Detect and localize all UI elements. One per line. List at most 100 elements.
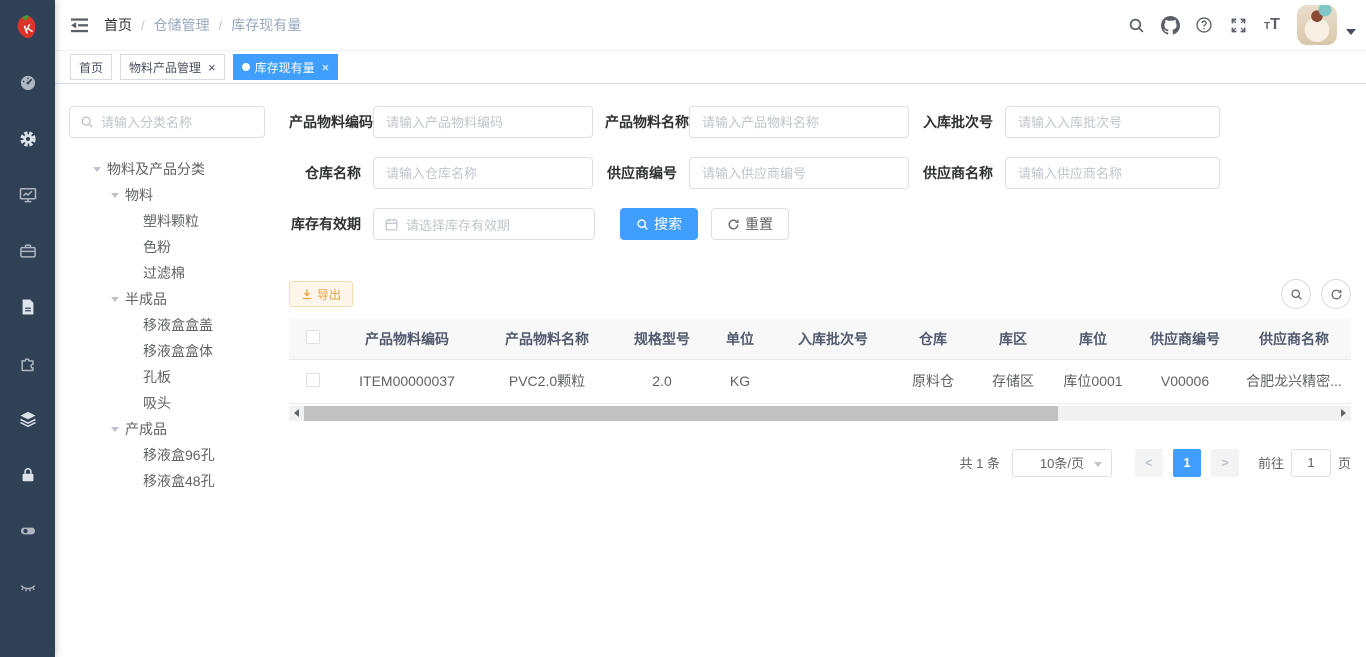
breadcrumb-separator: / [219,18,223,33]
next-page-button[interactable]: > [1211,449,1239,477]
caret-placeholder [129,401,143,406]
table-cell [773,359,893,403]
puzzle-icon[interactable] [0,335,55,391]
caret-down-icon[interactable] [1346,29,1356,35]
filter-input[interactable] [373,106,593,138]
filter-row-date: 库存有效期 请选择库存有效期 搜索 [289,208,1351,240]
tree-node[interactable]: 物料及产品分类 [69,156,285,182]
reset-button[interactable]: 重置 [711,208,789,240]
row-checkbox[interactable] [306,373,320,387]
tab-1[interactable]: 首页 [70,54,112,80]
table-row[interactable]: ITEM00000037PVC2.0颗粒2.0KG原料仓存储区库位0001V00… [289,359,1351,403]
tree-node[interactable]: 移液盒盒盖 [69,312,285,338]
toggle-search-button[interactable] [1281,279,1311,309]
fullscreen-icon[interactable] [1221,0,1255,50]
content: 物料及产品分类物料塑料颗粒色粉过滤棉半成品移液盒盒盖移液盒盒体孔板吸头产成品移液… [55,84,1366,657]
filter-input[interactable] [689,106,909,138]
field-label: 产品物料名称 [605,112,689,132]
page-number-button[interactable]: 1 [1173,449,1201,477]
table-cell: V00006 [1133,359,1237,403]
filter-input[interactable] [1005,106,1220,138]
scroll-left-arrow[interactable] [289,406,304,421]
date-field: 库存有效期 请选择库存有效期 [289,208,595,240]
user-menu[interactable] [1297,5,1356,45]
caret-down-icon[interactable] [111,427,125,432]
tab-2[interactable]: 物料产品管理× [120,54,225,80]
toggle-icon[interactable] [0,503,55,559]
font-size-icon[interactable]: TT [1255,0,1289,50]
tree-node[interactable]: 塑料颗粒 [69,208,285,234]
search-icon[interactable] [1119,0,1153,50]
tree-node[interactable]: 物料 [69,182,285,208]
lock-icon[interactable] [0,447,55,503]
dashboard-icon[interactable] [0,55,55,111]
scrollbar-thumb[interactable] [304,406,1058,421]
table-cell: 原料仓 [893,359,973,403]
filter-input[interactable] [373,157,593,189]
tree-node-label: 孔板 [143,367,171,387]
tree-node[interactable]: 色粉 [69,234,285,260]
caret-down-icon[interactable] [111,193,125,198]
breadcrumb-separator: / [141,18,145,33]
inventory-table: 产品物料编码产品物料名称规格型号单位入库批次号仓库库区库位供应商编号供应商名称 … [289,319,1351,404]
tree-node[interactable]: 移液盒96孔 [69,442,285,468]
column-header: 单位 [707,319,773,359]
github-icon[interactable] [1153,0,1187,50]
avatar[interactable] [1297,5,1337,45]
close-icon[interactable]: × [208,61,216,74]
eye-closed-icon[interactable] [0,559,55,615]
tab-label: 库存现有量 [255,59,315,76]
caret-placeholder [129,245,143,250]
caret-down-icon[interactable] [111,297,125,302]
table-cell: PVC2.0颗粒 [477,359,617,403]
column-header: 产品物料名称 [477,319,617,359]
tree-node-label: 过滤棉 [143,263,185,283]
goto-page-input[interactable] [1291,449,1331,477]
tree-node[interactable]: 移液盒48孔 [69,468,285,494]
tree-node[interactable]: 过滤棉 [69,260,285,286]
caret-down-icon[interactable] [93,167,107,172]
filter-input[interactable] [1005,157,1220,189]
briefcase-icon[interactable] [0,223,55,279]
breadcrumb-item[interactable]: 首页 [104,15,132,35]
help-icon[interactable] [1187,0,1221,50]
tree-node[interactable]: 半成品 [69,286,285,312]
column-header: 供应商名称 [1237,319,1351,359]
breadcrumb-item: 库存现有量 [231,15,301,35]
search-button[interactable]: 搜索 [620,208,698,240]
close-icon[interactable]: × [322,61,330,74]
tree-node-label: 物料及产品分类 [107,159,205,179]
hamburger-icon[interactable] [55,0,104,50]
document-icon[interactable] [0,279,55,335]
field-label: 产品物料编码 [289,112,373,132]
monitor-chart-icon[interactable] [0,167,55,223]
select-all-checkbox[interactable] [306,330,320,344]
column-header: 产品物料编码 [337,319,477,359]
date-placeholder: 请选择库存有效期 [406,215,510,234]
field-label: 供应商名称 [921,163,1005,183]
date-range-input[interactable]: 请选择库存有效期 [373,208,595,240]
tree-node[interactable]: 吸头 [69,390,285,416]
tree-node-label: 物料 [125,185,153,205]
export-button[interactable]: 导出 [289,281,353,307]
layers-icon[interactable] [0,391,55,447]
scroll-right-arrow[interactable] [1336,406,1351,421]
caret-placeholder [129,323,143,328]
total-count: 共 1 条 [960,453,1000,472]
tab-3[interactable]: 库存现有量 × [233,54,339,80]
tree-node-label: 移液盒盒体 [143,341,213,361]
tree-node[interactable]: 产成品 [69,416,285,442]
settings-icon[interactable] [0,111,55,167]
filter-input[interactable] [689,157,909,189]
tree-search-input[interactable] [101,115,254,130]
refresh-table-button[interactable] [1321,279,1351,309]
page-unit-label: 页 [1338,453,1351,472]
field-label: 库存有效期 [289,214,373,234]
tree-node[interactable]: 移液盒盒体 [69,338,285,364]
tree-node[interactable]: 孔板 [69,364,285,390]
horizontal-scrollbar[interactable] [289,406,1351,421]
prev-page-button[interactable]: < [1135,449,1163,477]
page-size-select[interactable]: 10条/页 [1012,449,1112,477]
app-root: K 首页/仓储管理/库存现有量 TT [0,0,1366,657]
refresh-icon [727,218,740,231]
